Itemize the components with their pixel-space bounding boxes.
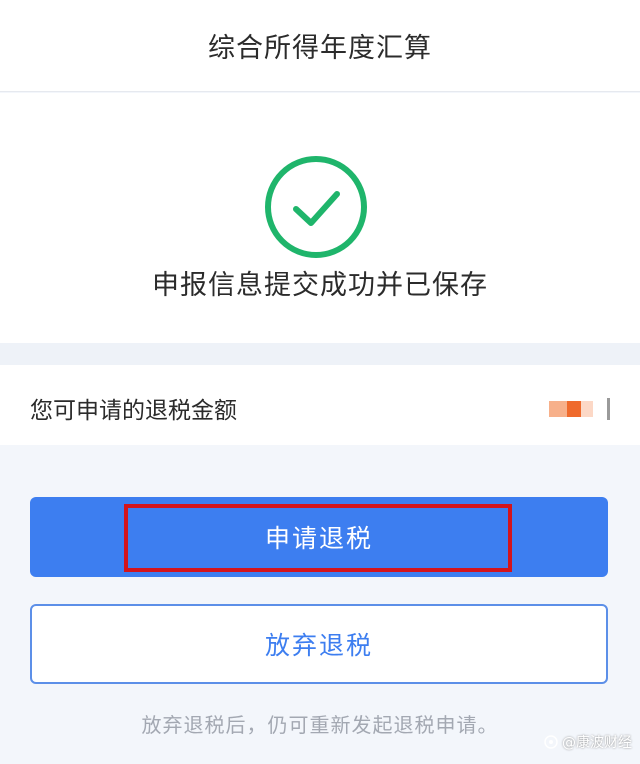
section-divider <box>0 343 640 365</box>
result-card <box>0 93 640 343</box>
redaction-block <box>607 398 610 420</box>
abandon-refund-button[interactable]: 放弃退税 <box>30 604 608 684</box>
page-header: 综合所得年度汇算 <box>0 0 640 92</box>
refund-amount-row: 您可申请的退税金额 <box>0 365 640 445</box>
logo-icon <box>544 735 558 749</box>
watermark-text: @康波财经 <box>562 735 632 751</box>
redaction-block <box>581 401 593 417</box>
submit-success-message: 申报信息提交成功并已保存 <box>152 270 488 301</box>
refund-amount-label: 您可申请的退税金额 <box>30 398 237 424</box>
apply-refund-button[interactable]: 申请退税 <box>30 497 608 577</box>
check-circle-icon <box>265 156 367 258</box>
apply-refund-label: 申请退税 <box>264 524 373 553</box>
refund-amount-value-redacted <box>549 398 610 420</box>
redaction-block <box>567 401 581 417</box>
redaction-block <box>549 401 567 417</box>
watermark: @康波财经 <box>544 732 632 752</box>
abandon-refund-label: 放弃退税 <box>264 631 373 660</box>
redaction-block <box>593 401 603 417</box>
page-title: 综合所得年度汇算 <box>208 33 432 64</box>
